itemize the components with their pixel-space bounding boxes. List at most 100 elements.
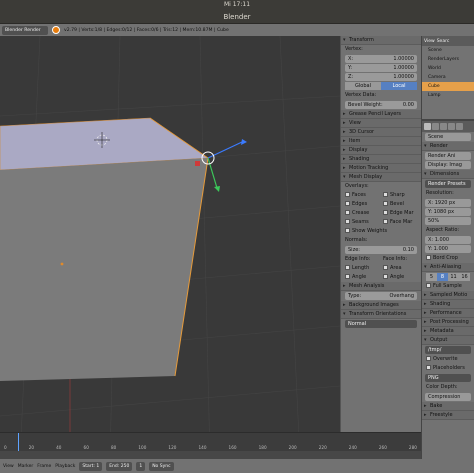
outliner-lamp[interactable]: Lamp (422, 91, 474, 100)
outliner-world[interactable]: World (422, 64, 474, 73)
end-frame-field[interactable]: End: 250 (106, 461, 133, 471)
file-format-select[interactable]: PNG (425, 374, 471, 382)
outliner-cube[interactable]: Cube (422, 82, 474, 91)
outliner-scene[interactable]: Scene (422, 46, 474, 55)
edge-marks-checkbox[interactable]: Edge Mar (383, 209, 421, 218)
object-tab-icon[interactable] (456, 123, 463, 130)
vertex-label: Vertex: (345, 46, 363, 52)
start-frame-field[interactable]: Start: 1 (79, 461, 103, 471)
blender-logo-icon (52, 26, 60, 34)
compression-field[interactable]: Compression (425, 393, 471, 401)
res-x-field[interactable]: X: 1920 px (425, 199, 471, 207)
placeholders-checkbox[interactable]: Placeholders (422, 364, 474, 373)
vertex-x-field[interactable]: X: 1.00000 (345, 55, 417, 63)
bevel-checkbox[interactable]: Bevel (383, 200, 421, 209)
panel-motion-tracking[interactable]: ▸ Motion Tracking (341, 164, 421, 173)
render-presets-select[interactable]: Render Presets (425, 180, 471, 188)
length-checkbox[interactable]: Length (345, 264, 383, 273)
panel-mesh-display[interactable]: ▾ Mesh Display (341, 173, 421, 182)
display-select[interactable]: Display: Imag (425, 161, 471, 169)
crease-checkbox[interactable]: Crease (345, 209, 383, 218)
aa-5-button[interactable]: 5 (426, 273, 437, 281)
panel-item[interactable]: ▸ Item (341, 137, 421, 146)
normals-size-field[interactable]: Size: 0.10 (345, 246, 417, 254)
orientation-select[interactable]: Normal (345, 320, 417, 328)
panel-transform-orientations[interactable]: ▾ Transform Orientations (341, 310, 421, 319)
properties-shelf: ▾ Transform Vertex: X: 1.00000 Y: 1.00000 Z… (340, 36, 421, 459)
outliner-view-menu[interactable]: View (424, 39, 435, 44)
sync-select[interactable]: No Sync (149, 461, 174, 471)
view-menu[interactable]: View (3, 464, 14, 469)
res-y-field[interactable]: Y: 1080 px (425, 208, 471, 216)
world-tab-icon[interactable] (448, 123, 455, 130)
aspect-y-field[interactable]: Y: 1.000 (425, 245, 471, 253)
output-path-input[interactable]: /tmp/ (425, 346, 471, 354)
faces-checkbox[interactable]: Faces (345, 191, 383, 200)
panel-freestyle[interactable]: ▸ Freestyle (422, 411, 474, 420)
res-percent-field[interactable]: 50% (425, 217, 471, 225)
aa-16-button[interactable]: 16 (459, 273, 470, 281)
vertex-z-field[interactable]: Z: 1.00000 (345, 73, 417, 81)
aa-11-button[interactable]: 11 (448, 273, 459, 281)
panel-view[interactable]: ▸ View (341, 119, 421, 128)
viewport-canvas[interactable] (0, 36, 340, 459)
face-angle-checkbox[interactable]: Angle (383, 273, 421, 282)
window-title-bar: Blender (0, 10, 474, 24)
panel-anti-aliasing[interactable]: ▾ Anti-Aliasing (422, 263, 474, 272)
edges-checkbox[interactable]: Edges (345, 200, 383, 209)
local-button[interactable]: Local (381, 82, 417, 90)
panel-performance[interactable]: ▸ Performance (422, 309, 474, 318)
sharp-checkbox[interactable]: Sharp (383, 191, 421, 200)
panel-metadata[interactable]: ▸ Metadata (422, 327, 474, 336)
panel-shading-props[interactable]: ▸ Shading (422, 300, 474, 309)
color-depth-label: Color Depth: (426, 384, 458, 390)
playback-menu[interactable]: Playback (55, 464, 75, 469)
edge-angle-checkbox[interactable]: Angle (345, 273, 383, 282)
panel-grease-pencil[interactable]: ▸ Grease Pencil Layers (341, 110, 421, 119)
3d-viewport[interactable] (0, 36, 340, 459)
panel-display[interactable]: ▸ Display (341, 146, 421, 155)
current-frame-field[interactable]: 1 (136, 461, 146, 471)
panel-bake[interactable]: ▸ Bake (422, 402, 474, 411)
aa-8-button[interactable]: 8 (437, 273, 448, 281)
render-tab-icon[interactable] (424, 123, 431, 130)
outliner-camera[interactable]: Camera (422, 73, 474, 82)
panel-mesh-analysis[interactable]: ▸ Mesh Analysis (341, 282, 421, 291)
analysis-type-select[interactable]: Type: Overhang (345, 292, 417, 300)
aspect-x-field[interactable]: X: 1.000 (425, 236, 471, 244)
outliner-renderlayers[interactable]: RenderLayers (422, 55, 474, 64)
border-crop-row[interactable]: Bord Crop (422, 254, 474, 263)
scene-tab-icon[interactable] (440, 123, 447, 130)
show-weights-checkbox[interactable]: Show Weights (341, 227, 421, 236)
timeline[interactable]: 0 20 40 60 80 100 120 140 160 180 200 220 240 260… (0, 432, 421, 459)
panel-sampled-motion[interactable]: ▸ Sampled Motio (422, 291, 474, 300)
panel-post-processing[interactable]: ▸ Post Processing (422, 318, 474, 327)
panel-output[interactable]: ▾ Output (422, 336, 474, 345)
overlays-label: Overlays: (345, 183, 369, 189)
properties-tabs (422, 121, 474, 132)
panel-render[interactable]: ▾ Render (422, 142, 474, 151)
overwrite-checkbox[interactable]: Overwrite (422, 355, 474, 364)
layers-tab-icon[interactable] (432, 123, 439, 130)
panel-shading[interactable]: ▸ Shading (341, 155, 421, 164)
vertex-y-field[interactable]: Y: 1.00000 (345, 64, 417, 72)
area-checkbox[interactable]: Area (383, 264, 421, 273)
bevel-weight-field[interactable]: Bevel Weight: 0.00 (345, 101, 417, 109)
marker-menu[interactable]: Marker (18, 464, 34, 469)
scene-stats: v2.79 | Verts:1/8 | Edges:0/12 | Faces:0… (64, 27, 229, 33)
frame-menu[interactable]: Frame (37, 464, 51, 469)
info-header: Blender Render v2.79 | Verts:1/8 | Edges… (0, 24, 474, 36)
outliner-search-input[interactable]: Searc (437, 39, 450, 44)
panel-dimensions[interactable]: ▾ Dimensions (422, 170, 474, 179)
render-button[interactable]: Render Ani (425, 152, 471, 160)
face-marks-checkbox[interactable]: Face Mar (383, 218, 421, 227)
global-button[interactable]: Global (345, 82, 381, 90)
face-info-label: Face Info: (383, 256, 408, 262)
panel-background-images[interactable]: ▸ Background Images (341, 301, 421, 310)
render-engine-select[interactable]: Blender Render (2, 25, 48, 35)
panel-transform-header[interactable]: ▾ Transform (341, 36, 421, 45)
panel-3d-cursor[interactable]: ▸ 3D Cursor (341, 128, 421, 137)
full-sample-checkbox[interactable]: Full Sample (422, 282, 474, 291)
seams-checkbox[interactable]: Seams (345, 218, 383, 227)
timeline-header: View Marker Frame Playback Start: 1 End:… (0, 459, 474, 473)
